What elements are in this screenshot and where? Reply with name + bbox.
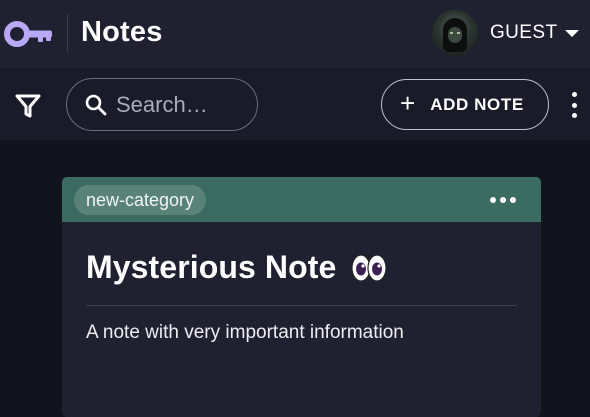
add-note-label: ADD NOTE [430,94,524,114]
eyes-emoji-icon [351,253,388,282]
note-body: A note with very important information [86,322,404,343]
note-header: new-category [62,177,541,222]
note-title: Mysterious Note [86,249,337,285]
user-avatar[interactable] [432,10,478,56]
vertical-dots-icon[interactable] [568,92,580,118]
search-box[interactable] [66,78,258,131]
note-card[interactable]: new-category Mysterious Note A note with… [62,177,541,417]
category-chip[interactable]: new-category [74,185,207,215]
user-name[interactable]: GUEST [490,22,557,44]
add-note-button[interactable]: + ADD NOTE [381,79,549,130]
search-icon [85,94,107,115]
note-divider [86,305,517,306]
chevron-down-icon[interactable] [565,29,580,37]
top-app-bar: Notes GUEST [0,0,590,68]
horizontal-dots-icon[interactable] [490,197,516,203]
note-title-row: Mysterious Note [86,249,388,286]
app-title: Notes [81,16,163,48]
search-input[interactable] [116,91,256,118]
plus-icon: + [400,88,416,118]
title-divider [67,14,68,52]
toolbar: + ADD NOTE [0,68,590,140]
key-icon[interactable] [4,20,54,48]
user-menu[interactable]: GUEST [432,10,580,56]
filter-icon[interactable] [14,92,42,120]
